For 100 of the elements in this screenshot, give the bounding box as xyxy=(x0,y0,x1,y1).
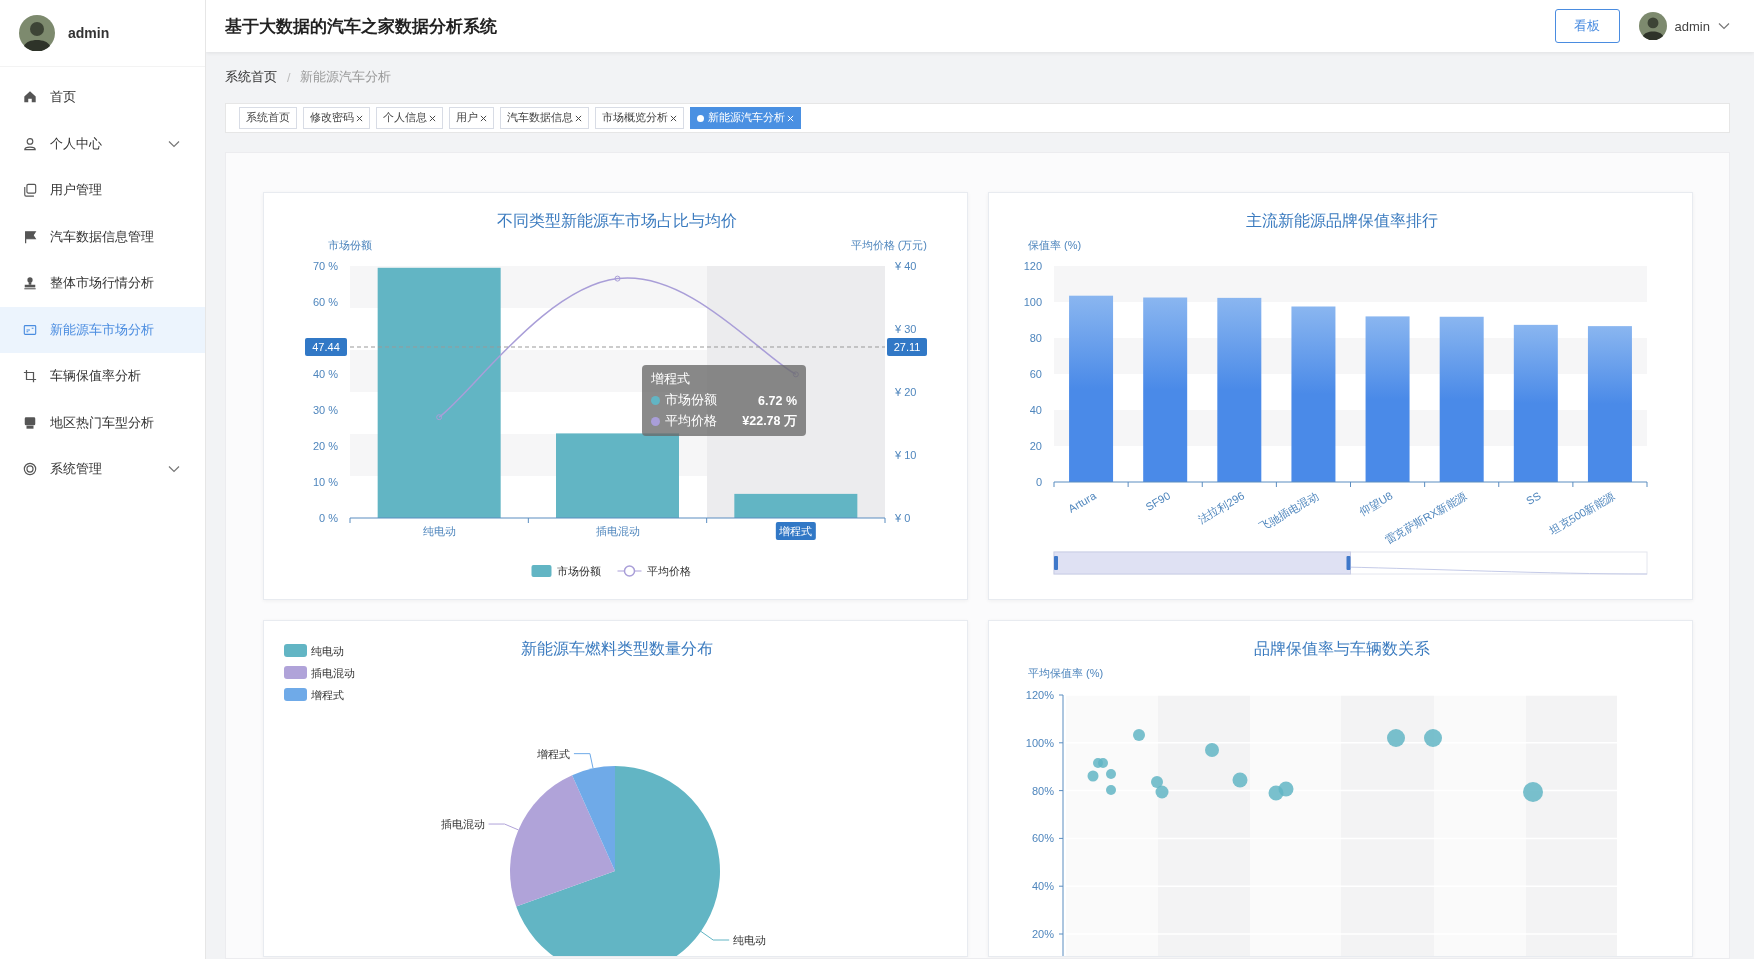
axis-tick-label: 60 xyxy=(1029,368,1042,380)
axis-title: 平均价格 (万元) xyxy=(850,239,927,251)
axis-pointer-label: 47.44 xyxy=(305,338,347,356)
user-name[interactable]: admin xyxy=(1674,18,1710,34)
avatar xyxy=(1638,12,1667,40)
tooltip-label: 市场份额 xyxy=(665,392,718,409)
breadcrumb-item: 新能源汽车分析 xyxy=(300,69,392,86)
chart-title: 主流新能源品牌保值率排行 xyxy=(1245,212,1438,229)
tooltip-value: 6.72 % xyxy=(758,393,797,408)
zoom-slider-window[interactable] xyxy=(1053,551,1351,575)
axis-tick-label: 100% xyxy=(1025,736,1054,749)
axis-tick-label: ¥ 0 xyxy=(895,512,911,524)
breadcrumb-separator: / xyxy=(287,70,291,85)
legend-label[interactable]: 增程式 xyxy=(311,689,344,701)
breadcrumb-item[interactable]: 系统首页 xyxy=(225,69,277,86)
axis-tick-label: 80% xyxy=(1031,784,1054,797)
chart-title: 新能源车燃料类型数量分布 xyxy=(520,640,713,657)
axis-tick-label: 80 xyxy=(1029,332,1042,344)
axis-tick-label: ¥ 20 xyxy=(895,386,917,398)
legend-line-icon[interactable] xyxy=(617,565,642,577)
legend-swatch[interactable] xyxy=(531,565,552,577)
axis-tick-label: 0 xyxy=(1035,476,1042,488)
axis-tick-label: 40% xyxy=(1031,880,1054,893)
zoom-slider-track[interactable] xyxy=(1053,551,1648,575)
axis-title: 市场份额 xyxy=(328,239,372,251)
legend-swatch[interactable] xyxy=(284,666,307,679)
slice-label: 纯电动 xyxy=(733,934,767,946)
axis-pointer-label: 27.11 xyxy=(887,338,927,356)
slider-handle[interactable] xyxy=(1054,556,1058,570)
sidebar-item[interactable]: 地区热门车型分析 xyxy=(0,399,205,446)
slider-handle[interactable] xyxy=(1346,556,1351,570)
legend-swatch[interactable] xyxy=(284,688,307,701)
axis-tick-label: 30 % xyxy=(312,404,338,416)
leader-line xyxy=(573,753,594,769)
axis-tick-label: 60% xyxy=(1031,832,1054,845)
legend-label[interactable]: 平均价格 xyxy=(646,565,691,577)
axis-tick-label: 100 xyxy=(1023,296,1042,308)
close-icon[interactable] xyxy=(356,114,363,122)
sidebar-item[interactable]: 系统管理 xyxy=(0,446,205,493)
tooltip-label: 平均价格 xyxy=(665,413,718,430)
close-icon[interactable] xyxy=(429,114,436,122)
chart-title: 品牌保值率与车辆数关系 xyxy=(1253,640,1430,657)
tab[interactable]: 修改密码 xyxy=(303,107,370,129)
active-dot-icon xyxy=(697,114,704,122)
user-name: admin xyxy=(68,25,110,41)
axis-label: 插电混动 xyxy=(595,525,640,537)
tooltip-title: 增程式 xyxy=(651,371,691,388)
axis-tick-label: 0 % xyxy=(319,512,338,524)
printer-icon xyxy=(23,415,37,430)
tab[interactable]: 用户 xyxy=(449,107,494,129)
sidebar-item[interactable]: 首页 xyxy=(0,74,205,121)
axis-label: SS xyxy=(1524,489,1543,508)
axis-tick-label: ¥ 10 xyxy=(895,449,917,461)
crop-icon xyxy=(23,369,37,384)
axis-label: 坦克500新能源 xyxy=(1547,489,1617,537)
sidebar-item[interactable]: 个人中心 xyxy=(0,120,205,167)
sidebar-item[interactable]: 用户管理 xyxy=(0,167,205,214)
legend-label[interactable]: 市场份额 xyxy=(556,565,601,577)
chart-title: 不同类型新能源车市场占比与均价 xyxy=(496,212,737,229)
dashboard-button[interactable]: 看板 xyxy=(1554,9,1620,43)
axis-label: 飞驰插电混动 xyxy=(1257,489,1321,533)
legend-label[interactable]: 插电混动 xyxy=(311,667,355,679)
axis-tick-label: 70 % xyxy=(312,260,338,272)
axis-tick-label: 120 xyxy=(1023,260,1042,272)
close-icon[interactable] xyxy=(670,114,677,122)
home-icon xyxy=(23,90,37,105)
sidebar-item[interactable]: 汽车数据信息管理 xyxy=(0,213,205,260)
axis-tick-label: ¥ 40 xyxy=(895,260,917,272)
leader-line xyxy=(488,823,519,831)
axis-tick-label: 20% xyxy=(1031,928,1054,940)
leader-line xyxy=(700,930,730,941)
chevron-down-icon xyxy=(1718,22,1730,30)
copy-icon xyxy=(23,183,37,198)
axis-title: 保值率 (%) xyxy=(1028,239,1082,251)
sidebar-item[interactable]: 整体市场行情分析 xyxy=(0,260,205,307)
close-icon[interactable] xyxy=(480,114,487,122)
axis-label: 纯电动 xyxy=(422,525,456,537)
tab[interactable]: 汽车数据信息 xyxy=(500,107,589,129)
tab[interactable]: 市场概览分析 xyxy=(595,107,684,129)
legend-swatch[interactable] xyxy=(284,644,307,657)
app-title: 基于大数据的汽车之家数据分析系统 xyxy=(225,15,498,38)
stamp-icon xyxy=(23,276,37,291)
axis-tick-label: 40 xyxy=(1029,404,1042,416)
axis-tick-label: 120% xyxy=(1025,689,1054,701)
axis-tick-label: 40 % xyxy=(312,368,338,380)
axis-tick-label: 20 % xyxy=(312,440,338,452)
tab[interactable]: 系统首页 xyxy=(239,107,297,129)
axis-label: 仰望U8 xyxy=(1357,489,1395,518)
legend-label[interactable]: 纯电动 xyxy=(311,645,344,657)
axis-tick-label: 60 % xyxy=(312,296,338,308)
sidebar-item[interactable]: 车辆保值率分析 xyxy=(0,353,205,400)
card-icon xyxy=(23,322,37,337)
axis-label: 增程式 xyxy=(775,522,816,540)
user-icon xyxy=(23,136,37,151)
tooltip-value: ¥22.78 万 xyxy=(742,413,797,430)
axis-tick-label: ¥ 30 xyxy=(895,323,917,335)
close-icon[interactable] xyxy=(575,114,582,122)
tab[interactable]: 个人信息 xyxy=(376,107,443,129)
axis-tick-label: 20 xyxy=(1029,440,1042,452)
avatar xyxy=(19,15,55,51)
